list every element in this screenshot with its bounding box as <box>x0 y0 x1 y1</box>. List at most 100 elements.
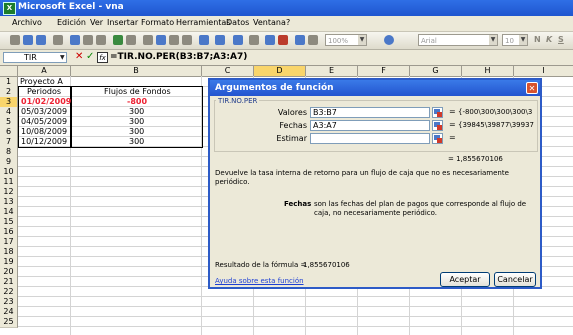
column-header-g[interactable]: G <box>410 66 462 77</box>
font-value: Arial <box>421 37 437 45</box>
window-title: Microsoft Excel - vna <box>18 2 124 12</box>
equals-sign: = <box>449 107 456 116</box>
drawing-icon[interactable] <box>308 35 318 45</box>
equals-sign: = <box>449 120 456 129</box>
window-title-bar: X Microsoft Excel - vna <box>0 0 573 16</box>
column-header-d[interactable]: D <box>254 66 306 77</box>
cancel-formula-icon[interactable]: ✕ <box>75 51 83 62</box>
name-box[interactable]: TIR <box>3 52 67 63</box>
chevron-down-icon: ▼ <box>358 35 366 45</box>
cell-b2[interactable]: Flujos de Fondos <box>104 87 171 97</box>
menu-datos[interactable]: Datos <box>226 18 249 27</box>
chart-wizard-icon[interactable] <box>295 35 305 45</box>
menu-ver[interactable]: Ver <box>90 18 103 27</box>
permission-icon[interactable] <box>53 35 63 45</box>
fechas-value: A3:A7 <box>313 121 337 130</box>
chevron-down-icon: ▼ <box>519 35 527 45</box>
select-all-corner[interactable] <box>0 66 18 77</box>
collapse-dialog-icon[interactable] <box>432 120 443 131</box>
underline-button[interactable]: S <box>558 35 564 44</box>
spelling-icon[interactable] <box>113 35 123 45</box>
italic-button[interactable]: K <box>546 35 552 44</box>
new-icon[interactable] <box>10 35 20 45</box>
grid-line <box>18 306 573 307</box>
valores-input[interactable]: B3:B7 <box>310 107 430 118</box>
cell-a1[interactable]: Proyecto A <box>20 77 63 87</box>
print-icon[interactable] <box>83 35 93 45</box>
column-header-a[interactable]: A <box>18 66 71 77</box>
sort-descending-icon[interactable] <box>278 35 288 45</box>
cell-b4[interactable]: 300 <box>129 107 144 117</box>
font-size-select[interactable]: 10 ▼ <box>502 34 528 46</box>
help-link[interactable]: Ayuda sobre esta función <box>215 277 304 285</box>
autosum-icon[interactable] <box>249 35 259 45</box>
research-icon[interactable] <box>126 35 136 45</box>
cut-icon[interactable] <box>143 35 153 45</box>
paste-icon[interactable] <box>169 35 179 45</box>
standard-toolbar: 100% ▼ Arial ▼ 10 ▼ N K S <box>0 32 573 50</box>
collapse-dialog-icon[interactable] <box>432 133 443 144</box>
column-header-h[interactable]: H <box>462 66 514 77</box>
column-header-b[interactable]: B <box>71 66 202 77</box>
arg-help-text: son las fechas del plan de pagos que cor… <box>314 200 527 217</box>
column-header-e[interactable]: E <box>306 66 358 77</box>
cell-b6[interactable]: 300 <box>129 127 144 137</box>
function-description: Devuelve la tasa interna de retorno para… <box>215 169 509 186</box>
menu-formato[interactable]: Formato <box>141 18 174 27</box>
fechas-input[interactable]: A3:A7 <box>310 120 430 131</box>
formula-result-label: Resultado de la fórmula = <box>215 261 307 269</box>
formula-input[interactable]: =TIR.NO.PER(B3:B7;A3:A7) <box>110 52 247 62</box>
insert-function-icon[interactable]: fx <box>97 52 108 63</box>
function-result: = 1,855670106 <box>448 155 503 163</box>
cell-a5[interactable]: 04/05/2009 <box>21 117 67 127</box>
zoom-select[interactable]: 100% ▼ <box>325 34 367 46</box>
email-icon[interactable] <box>70 35 80 45</box>
undo-icon[interactable] <box>199 35 209 45</box>
font-select[interactable]: Arial ▼ <box>418 34 498 46</box>
cell-b5[interactable]: 300 <box>129 117 144 127</box>
bold-button[interactable]: N <box>534 35 541 44</box>
menu-archivo[interactable]: Archivo <box>12 18 42 27</box>
menu-insertar[interactable]: Insertar <box>107 18 138 27</box>
chevron-down-icon: ▼ <box>489 35 497 45</box>
format-painter-icon[interactable] <box>182 35 192 45</box>
cell-a7[interactable]: 10/12/2009 <box>21 137 67 147</box>
grid-line <box>18 316 573 317</box>
column-header-i[interactable]: I <box>514 66 573 77</box>
redo-icon[interactable] <box>215 35 225 45</box>
row-header[interactable]: 25 <box>0 317 18 328</box>
hyperlink-icon[interactable] <box>233 35 243 45</box>
chevron-down-icon[interactable]: ▼ <box>60 52 69 63</box>
help-icon[interactable] <box>384 35 394 45</box>
column-header-c[interactable]: C <box>202 66 254 77</box>
column-header-f[interactable]: F <box>358 66 410 77</box>
menu-herramientas[interactable]: Herramientas <box>176 18 231 27</box>
cell-b7[interactable]: 300 <box>129 137 144 147</box>
cancel-button[interactable]: Cancelar <box>494 272 536 287</box>
equals-sign: = <box>449 133 456 142</box>
estimar-input[interactable] <box>310 133 430 144</box>
arg-help-name: Fechas <box>284 200 312 208</box>
dialog-title: Argumentos de función <box>215 83 334 93</box>
grid-line <box>18 296 573 297</box>
menu-help[interactable]: ? <box>286 18 290 27</box>
cell-a6[interactable]: 10/08/2009 <box>21 127 67 137</box>
menu-edicion[interactable]: Edición <box>57 18 86 27</box>
enter-formula-icon[interactable]: ✓ <box>86 51 94 62</box>
open-icon[interactable] <box>23 35 33 45</box>
function-arguments-dialog: Argumentos de función ✕ TIR.NO.PER Valor… <box>208 78 542 289</box>
dialog-title-bar[interactable]: Argumentos de función <box>210 80 540 96</box>
ok-button[interactable]: Aceptar <box>440 272 490 287</box>
cell-a2[interactable]: Periodos <box>27 87 61 97</box>
menu-ventana[interactable]: Ventana <box>253 18 286 27</box>
close-icon[interactable]: ✕ <box>526 82 538 94</box>
cell-a4[interactable]: 05/03/2009 <box>21 107 67 117</box>
print-preview-icon[interactable] <box>96 35 106 45</box>
collapse-dialog-icon[interactable] <box>432 107 443 118</box>
copy-icon[interactable] <box>156 35 166 45</box>
cell-b3[interactable]: -800 <box>127 97 147 107</box>
cell-a3[interactable]: 01/02/2009 <box>21 97 71 107</box>
save-icon[interactable] <box>36 35 46 45</box>
function-name-label: TIR.NO.PER <box>216 97 260 105</box>
sort-ascending-icon[interactable] <box>265 35 275 45</box>
